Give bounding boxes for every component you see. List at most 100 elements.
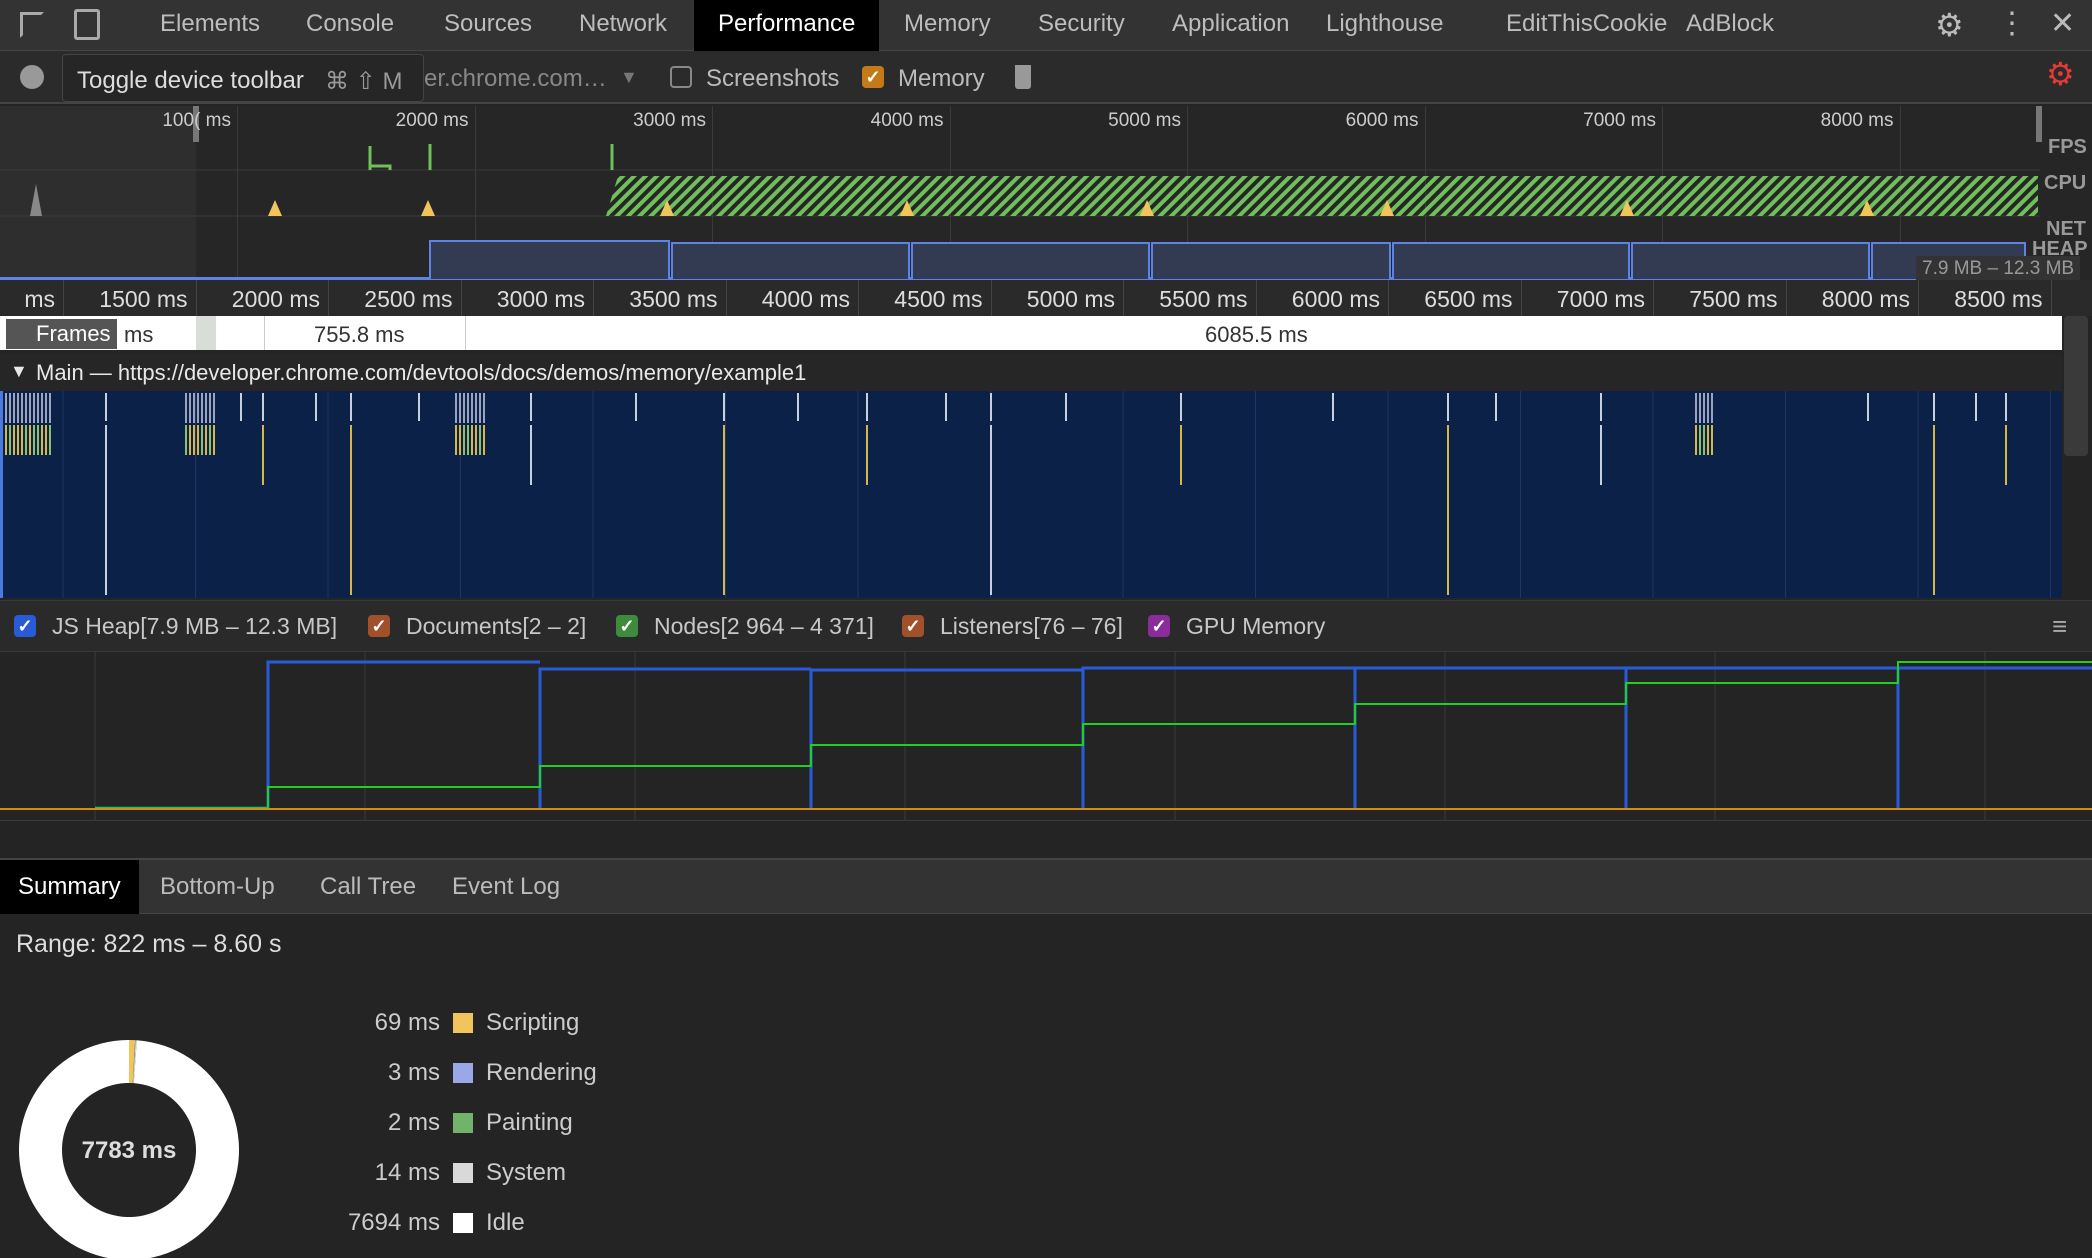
flame-event[interactable] (1495, 393, 1497, 421)
flame-event[interactable] (1707, 425, 1709, 455)
flame-event[interactable] (350, 393, 352, 421)
flame-event[interactable] (1065, 393, 1067, 421)
flame-event[interactable] (1703, 425, 1705, 455)
record-button[interactable] (20, 65, 44, 89)
flame-event[interactable] (201, 393, 203, 423)
inspect-element-icon[interactable] (20, 12, 44, 38)
flame-event[interactable] (530, 393, 532, 421)
flame-event[interactable] (193, 393, 195, 423)
flame-event[interactable] (105, 393, 107, 421)
dropdown-arrow-icon[interactable]: ▼ (620, 67, 638, 88)
tab-application[interactable]: Application (1148, 0, 1313, 51)
flame-event[interactable] (471, 393, 473, 423)
tab-memory[interactable]: Memory (880, 0, 1015, 51)
flame-event[interactable] (1600, 425, 1602, 485)
flame-event[interactable] (45, 393, 47, 423)
flame-event[interactable] (990, 393, 992, 421)
flame-event[interactable] (1703, 393, 1705, 423)
flame-event[interactable] (193, 425, 195, 455)
flame-event[interactable] (25, 425, 27, 455)
frame-duration[interactable]: 6085.5 ms (1205, 322, 1308, 348)
flame-event[interactable] (105, 425, 107, 595)
tab-editthiscookie[interactable]: EditThisCookie (1482, 0, 1691, 51)
flame-event[interactable] (201, 425, 203, 455)
flame-event[interactable] (209, 393, 211, 423)
flame-event[interactable] (49, 425, 51, 455)
flame-event[interactable] (1447, 425, 1449, 595)
flame-event[interactable] (5, 393, 7, 423)
flame-event[interactable] (467, 393, 469, 423)
flame-event[interactable] (1695, 425, 1697, 455)
flame-scrollbar[interactable] (2064, 316, 2088, 456)
flame-event[interactable] (463, 425, 465, 455)
flame-event[interactable] (13, 425, 15, 455)
memory-checkbox[interactable]: ✓ (862, 66, 884, 88)
flame-event[interactable] (1695, 393, 1697, 423)
flame-event[interactable] (1699, 393, 1701, 423)
flame-event[interactable] (315, 393, 317, 421)
collapse-triangle-icon[interactable]: ▼ (10, 361, 28, 382)
flame-chart[interactable] (0, 391, 2062, 598)
counter-checkbox[interactable]: ✓ (1148, 615, 1170, 637)
flame-event[interactable] (467, 425, 469, 455)
flame-event[interactable] (723, 425, 725, 595)
flame-event[interactable] (2005, 425, 2007, 485)
flame-event[interactable] (475, 393, 477, 423)
flame-event[interactable] (262, 425, 264, 485)
more-options-icon[interactable]: ⋮ (1997, 6, 2027, 41)
capture-settings-gear-icon[interactable]: ⚙ (2046, 55, 2075, 93)
device-toolbar-icon[interactable] (74, 9, 100, 40)
flame-event[interactable] (41, 393, 43, 423)
tab-performance[interactable]: Performance (694, 0, 880, 51)
recording-url-select[interactable]: er.chrome.com… (424, 65, 607, 93)
flame-event[interactable] (197, 393, 199, 423)
settings-gear-icon[interactable]: ⚙ (1935, 6, 1964, 44)
flame-event[interactable] (866, 425, 868, 485)
flame-event[interactable] (1699, 425, 1701, 455)
tab-sources[interactable]: Sources (420, 0, 556, 51)
flame-event[interactable] (2005, 393, 2007, 421)
close-icon[interactable]: ✕ (2050, 6, 2075, 41)
flame-event[interactable] (9, 393, 11, 423)
tab-security[interactable]: Security (1014, 0, 1149, 51)
flame-event[interactable] (1975, 393, 1977, 421)
flame-event[interactable] (213, 425, 215, 455)
flame-event[interactable] (1933, 425, 1935, 595)
tab-adblock[interactable]: AdBlock (1662, 0, 1798, 51)
flame-event[interactable] (990, 425, 992, 595)
frames-track[interactable]: Frames ms 755.8 ms 6085.5 ms (0, 316, 2062, 350)
flame-event[interactable] (945, 393, 947, 421)
flame-event[interactable] (471, 425, 473, 455)
flame-event[interactable] (1711, 393, 1713, 423)
flame-event[interactable] (209, 425, 211, 455)
flame-event[interactable] (37, 393, 39, 423)
flame-event[interactable] (455, 425, 457, 455)
flame-event[interactable] (1711, 425, 1713, 455)
flame-event[interactable] (455, 393, 457, 423)
flame-event[interactable] (33, 393, 35, 423)
flame-event[interactable] (197, 425, 199, 455)
flame-event[interactable] (37, 425, 39, 455)
flame-event[interactable] (1707, 393, 1709, 423)
screenshots-checkbox[interactable] (670, 66, 692, 88)
flame-event[interactable] (9, 425, 11, 455)
flame-event[interactable] (41, 425, 43, 455)
flame-event[interactable] (1447, 393, 1449, 421)
counter-checkbox[interactable]: ✓ (616, 615, 638, 637)
flame-event[interactable] (635, 393, 637, 421)
flame-event[interactable] (463, 393, 465, 423)
tab-elements[interactable]: Elements (136, 0, 284, 51)
flame-event[interactable] (1867, 393, 1869, 421)
flame-event[interactable] (240, 393, 242, 421)
flame-event[interactable] (479, 393, 481, 423)
flame-event[interactable] (5, 425, 7, 455)
flame-event[interactable] (262, 393, 264, 421)
counter-checkbox[interactable]: ✓ (14, 615, 36, 637)
flame-event[interactable] (459, 425, 461, 455)
tab-network[interactable]: Network (555, 0, 691, 51)
flame-event[interactable] (21, 425, 23, 455)
frame-duration[interactable]: 755.8 ms (314, 322, 405, 348)
flame-event[interactable] (49, 393, 51, 423)
flame-event[interactable] (1180, 425, 1182, 485)
tab-call-tree[interactable]: Call Tree (302, 860, 434, 914)
